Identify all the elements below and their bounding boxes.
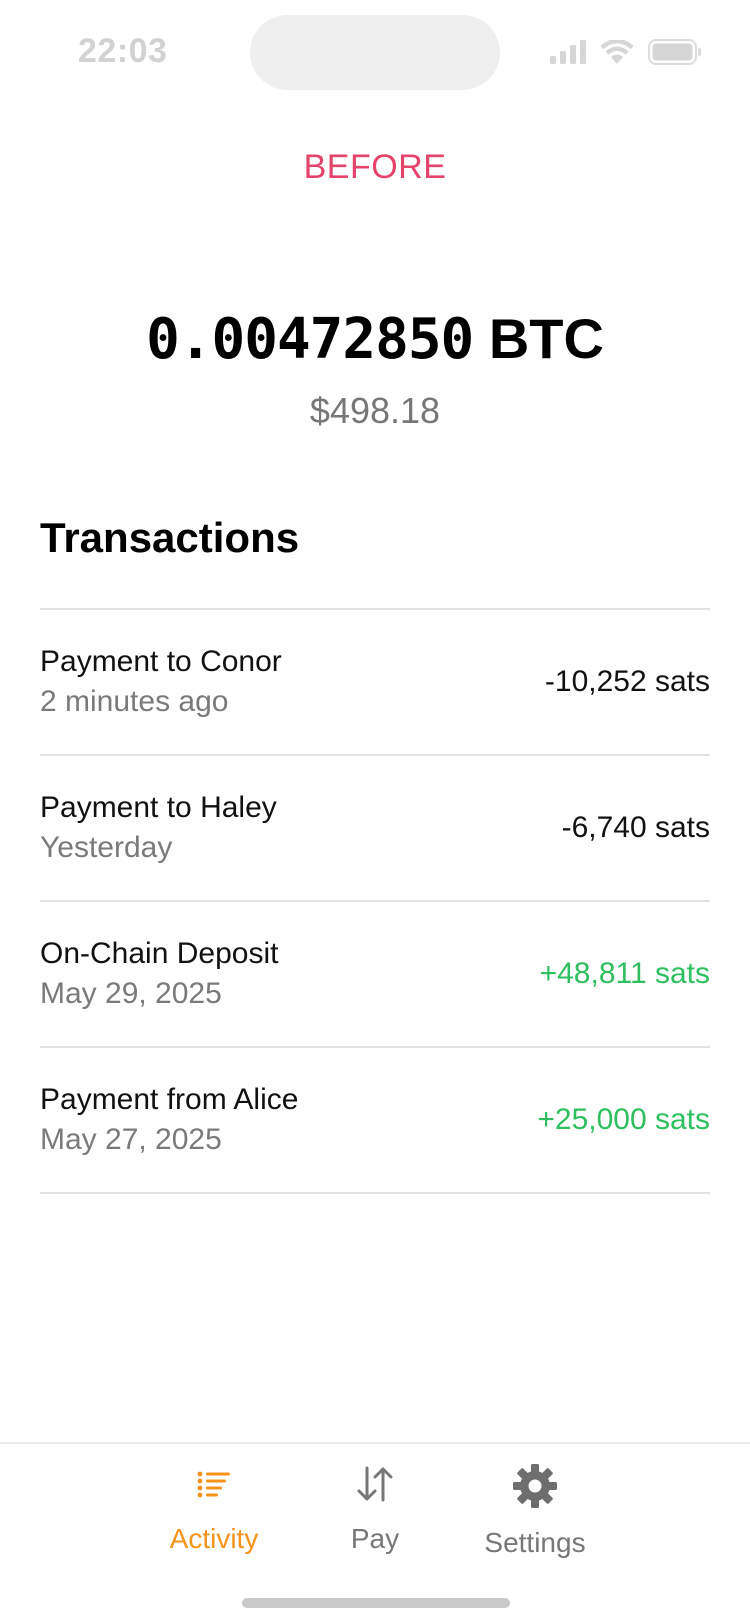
tab-bar: Activity Pay Settings — [0, 1442, 750, 1624]
transaction-amount: -10,252 sats — [544, 665, 710, 698]
arrows-up-down-icon — [355, 1464, 395, 1509]
activity-list-icon — [196, 1464, 232, 1509]
transaction-time: Yesterday — [40, 831, 173, 864]
tab-label: Settings — [484, 1527, 586, 1558]
transaction-title: On-Chain Deposit — [40, 937, 279, 970]
tab-activity[interactable]: Activity — [134, 1464, 294, 1555]
fiat-balance: $498.18 — [309, 390, 441, 431]
gear-icon — [513, 1464, 557, 1513]
btc-amount: 0.00472850 — [146, 307, 474, 372]
btc-balance: 0.00472850 BTC — [0, 306, 750, 372]
battery-icon — [648, 39, 702, 65]
home-indicator[interactable] — [242, 1598, 510, 1608]
transaction-time: 2 minutes ago — [40, 685, 229, 718]
transaction-amount: +25,000 sats — [537, 1103, 710, 1136]
transaction-title: Payment from Alice — [40, 1083, 299, 1116]
transaction-list: Payment to Conor 2 minutes ago -10,252 s… — [40, 608, 710, 1194]
dynamic-island — [250, 15, 500, 90]
btc-unit: BTC — [488, 307, 604, 370]
tab-settings[interactable]: Settings — [455, 1464, 615, 1559]
tab-pay[interactable]: Pay — [295, 1464, 455, 1555]
wallet-screen: 22:03 BEFORE 0.00472850 BTC $498.18 Tran… — [0, 0, 750, 1624]
transaction-row[interactable]: Payment to Haley Yesterday -6,740 sats — [40, 756, 710, 902]
status-icons — [550, 38, 702, 66]
transaction-amount: +48,811 sats — [539, 957, 710, 990]
mode-label: BEFORE — [303, 148, 447, 186]
transaction-row[interactable]: Payment from Alice May 27, 2025 +25,000 … — [40, 1048, 710, 1194]
transaction-row[interactable]: Payment to Conor 2 minutes ago -10,252 s… — [40, 610, 710, 756]
cellular-signal-icon — [550, 40, 586, 64]
transaction-time: May 27, 2025 — [40, 1123, 222, 1156]
tab-label: Pay — [350, 1523, 400, 1554]
tab-label: Activity — [169, 1523, 259, 1554]
wifi-icon — [600, 40, 634, 64]
transactions-heading: Transactions — [40, 514, 300, 561]
transaction-amount: -6,740 sats — [561, 811, 710, 844]
transaction-time: May 29, 2025 — [40, 977, 222, 1010]
transaction-title: Payment to Conor — [40, 645, 282, 678]
transaction-row[interactable]: On-Chain Deposit May 29, 2025 +48,811 sa… — [40, 902, 710, 1048]
status-time: 22:03 — [78, 32, 168, 70]
transaction-title: Payment to Haley — [40, 791, 277, 824]
